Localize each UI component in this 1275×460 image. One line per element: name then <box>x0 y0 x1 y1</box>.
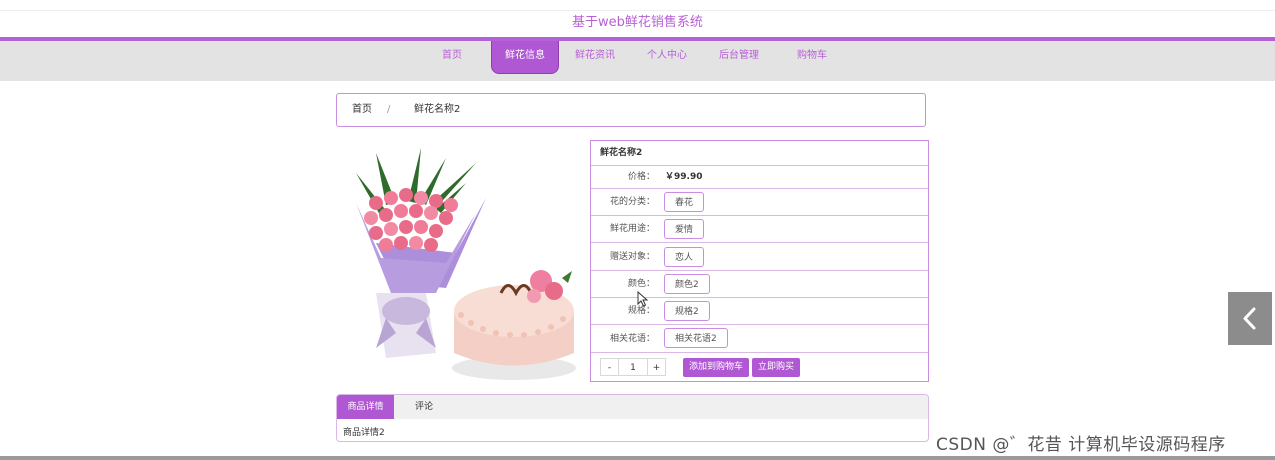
product-detail-table: 鲜花名称2 价格： ￥99.90 花的分类： 春花 鲜花用途： 爱情 赠送对象：… <box>590 140 929 382</box>
field-value: 颜色2 <box>664 274 710 294</box>
nav-item-flower-news[interactable]: 鲜花资讯 <box>568 41 622 73</box>
nav-item-admin[interactable]: 后台管理 <box>712 41 766 73</box>
tab-comments[interactable]: 评论 <box>394 395 454 419</box>
field-label: 花的分类： <box>609 197 655 207</box>
quantity-plus-button[interactable]: + <box>647 358 666 376</box>
breadcrumb-current: 鲜花名称2 <box>414 104 461 115</box>
tab-content: 商品详情2 <box>343 428 385 438</box>
product-name-row: 鲜花名称2 <box>591 141 928 166</box>
nav-item-cart[interactable]: 购物车 <box>785 41 839 73</box>
field-row-category: 花的分类： 春花 <box>591 189 928 216</box>
bottom-divider <box>0 456 1275 460</box>
quantity-minus-button[interactable]: - <box>600 358 619 376</box>
field-label: 赠送对象： <box>609 252 655 262</box>
field-row-flower-language: 相关花语： 相关花语2 <box>591 325 928 353</box>
price-row: 价格： ￥99.90 <box>591 166 928 189</box>
chevron-left-icon <box>1243 307 1256 330</box>
nav-item-home[interactable]: 首页 <box>427 41 477 73</box>
field-label: 相关花语： <box>609 334 655 344</box>
price-value: ￥99.90 <box>665 172 703 182</box>
field-value: 恋人 <box>664 247 705 267</box>
buy-now-button[interactable]: 立即购买 <box>752 358 801 377</box>
field-row-usage: 鲜花用途： 爱情 <box>591 216 928 243</box>
field-value: 爱情 <box>664 219 705 239</box>
add-to-cart-button[interactable]: 添加到购物车 <box>683 358 750 377</box>
product-name: 鲜花名称2 <box>600 148 643 158</box>
page: 基于web鲜花销售系统 首页 鲜花信息 鲜花资讯 个人中心 后台管理 购物车 首… <box>0 0 1275 460</box>
watermark: CSDN @゛花昔 计算机毕设源码程序 <box>936 435 1226 455</box>
field-row-recipient: 赠送对象： 恋人 <box>591 243 928 271</box>
field-value: 相关花语2 <box>664 328 728 348</box>
breadcrumb-separator: / <box>387 104 391 115</box>
product-tabs: 商品详情 评论 商品详情2 <box>336 394 929 442</box>
quantity-input[interactable]: 1 <box>619 358 647 376</box>
field-value: 春花 <box>664 192 705 212</box>
mouse-cursor-icon <box>637 291 649 307</box>
price-label: 价格： <box>627 172 655 182</box>
side-arrow-button[interactable] <box>1228 292 1272 345</box>
tabs-header: 商品详情 评论 <box>337 395 928 419</box>
nav-item-flower-info[interactable]: 鲜花信息 <box>491 41 559 74</box>
purchase-row: - 1 + 添加到购物车 立即购买 <box>591 353 928 381</box>
site-title: 基于web鲜花销售系统 <box>572 15 703 30</box>
field-value: 规格2 <box>664 301 710 321</box>
breadcrumb: 首页 / 鲜花名称2 <box>336 93 926 127</box>
product-image <box>346 148 576 380</box>
main-nav: 首页 鲜花信息 鲜花资讯 个人中心 后台管理 购物车 <box>0 41 1275 81</box>
tab-product-details[interactable]: 商品详情 <box>337 395 394 419</box>
field-label: 鲜花用途： <box>609 224 655 234</box>
breadcrumb-home[interactable]: 首页 <box>352 94 372 126</box>
nav-item-profile[interactable]: 个人中心 <box>640 41 694 73</box>
